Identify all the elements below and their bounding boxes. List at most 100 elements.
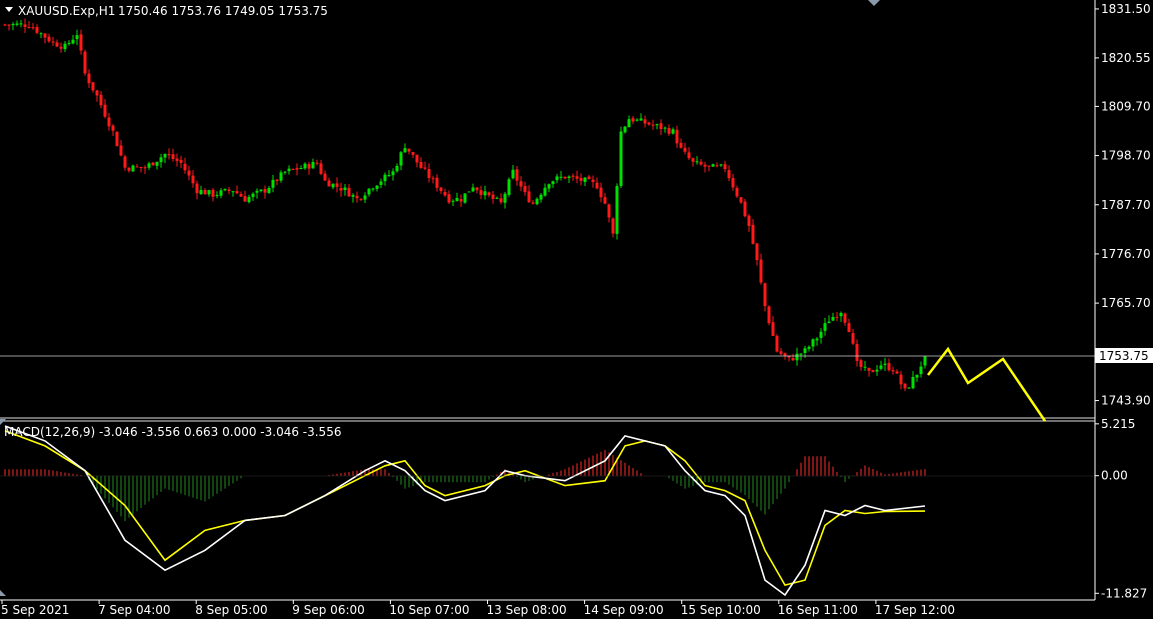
time-tick-label: 8 Sep 05:00 — [195, 603, 267, 617]
candle-body — [579, 177, 583, 181]
candle-body — [499, 198, 503, 203]
candle-body — [539, 194, 543, 200]
candle-body — [203, 189, 207, 195]
time-tick-label: 16 Sep 11:00 — [778, 603, 858, 617]
price-tick-label: 1743.90 — [1101, 394, 1151, 408]
candle-body — [311, 162, 315, 169]
candle-body — [195, 183, 199, 194]
candle-body — [155, 161, 159, 166]
candle-body — [239, 193, 243, 197]
candle-body — [375, 185, 379, 189]
candle-body — [31, 27, 35, 29]
candle-body — [391, 171, 395, 176]
candle-body — [287, 168, 291, 172]
candle-body — [475, 187, 479, 191]
candle-body — [7, 24, 11, 26]
candle-body — [199, 189, 203, 194]
candle-body — [67, 42, 71, 44]
candle-body — [231, 191, 235, 193]
candle-body — [359, 198, 363, 200]
candle-body — [263, 189, 267, 193]
candle-body — [587, 176, 591, 180]
candle-body — [79, 34, 83, 51]
candle-body — [619, 131, 623, 186]
time-tick-label: 13 Sep 08:00 — [487, 603, 567, 617]
candle-body — [211, 189, 215, 197]
candle-body — [95, 90, 99, 96]
ohlc-readout: 1750.46 1753.76 1749.05 1753.75 — [118, 4, 328, 18]
candle-body — [783, 353, 787, 356]
candle-body — [743, 201, 747, 217]
candle-body — [331, 183, 335, 188]
candle-body — [111, 125, 115, 131]
candle-body — [647, 122, 651, 125]
candle-body — [803, 348, 807, 353]
chart-canvas: 1831.50 1820.55 1809.70 1798.70 1787.70 1776.… — [0, 0, 1153, 619]
candle-body — [191, 175, 195, 184]
candle-body — [643, 119, 647, 124]
candle-body — [135, 166, 139, 168]
candle-body — [871, 370, 875, 373]
candle-body — [687, 152, 691, 159]
candle-body — [423, 167, 427, 169]
candle-body — [271, 179, 275, 188]
candle-body — [651, 124, 655, 126]
candle-body — [59, 46, 63, 49]
candle-body — [51, 41, 55, 43]
candle-body — [747, 215, 751, 226]
candle-body — [435, 177, 439, 188]
candle-body — [319, 163, 323, 174]
candle-body — [279, 172, 283, 181]
candle-body — [183, 163, 187, 171]
candle-body — [507, 179, 511, 195]
candle-body — [895, 371, 899, 374]
candle-body — [247, 196, 251, 203]
candle-body — [299, 168, 303, 170]
candle-body — [291, 168, 295, 170]
candle-body — [671, 129, 675, 134]
candle-body — [147, 163, 151, 168]
candle-body — [167, 154, 171, 156]
candle-body — [411, 152, 415, 155]
candle-body — [571, 175, 575, 177]
candle-body — [779, 351, 783, 355]
macd-tick-label: 5.215 — [1101, 417, 1135, 431]
candle-body — [707, 165, 711, 167]
candle-body — [535, 198, 539, 205]
time-tick-label: 10 Sep 07:00 — [389, 603, 469, 617]
candle-body — [163, 154, 167, 158]
candle-body — [439, 187, 443, 192]
candle-body — [267, 188, 271, 193]
symbol-label: XAUUSD.Exp,H1 — [18, 4, 115, 18]
candle-body — [443, 192, 447, 196]
candle-body — [55, 42, 59, 47]
candle-body — [855, 344, 859, 361]
candle-body — [207, 190, 211, 195]
candle-body — [419, 162, 423, 169]
candle-body — [43, 33, 47, 38]
candle-body — [511, 169, 515, 179]
candle-body — [303, 163, 307, 169]
candle-body — [631, 118, 635, 122]
candle-body — [187, 170, 191, 176]
price-label: 1753.75 — [1099, 349, 1149, 363]
candle-body — [503, 193, 507, 203]
candle-body — [403, 148, 407, 153]
candle-body — [227, 189, 231, 192]
candle-body — [123, 156, 127, 168]
candle-body — [543, 187, 547, 196]
candle-body — [223, 188, 227, 191]
candle-body — [515, 169, 519, 181]
candle-body — [839, 312, 843, 317]
candle-body — [275, 179, 279, 181]
candle-body — [711, 164, 715, 167]
candle-body — [63, 43, 67, 50]
time-tick-label: 17 Sep 12:00 — [875, 603, 955, 617]
candle-body — [427, 169, 431, 179]
candle-body — [307, 164, 311, 169]
candle-body — [255, 190, 259, 193]
candle-body — [851, 333, 855, 344]
candle-body — [915, 374, 919, 378]
time-tick-label: 7 Sep 04:00 — [98, 603, 170, 617]
macd-tick-label: 0.00 — [1101, 469, 1128, 483]
